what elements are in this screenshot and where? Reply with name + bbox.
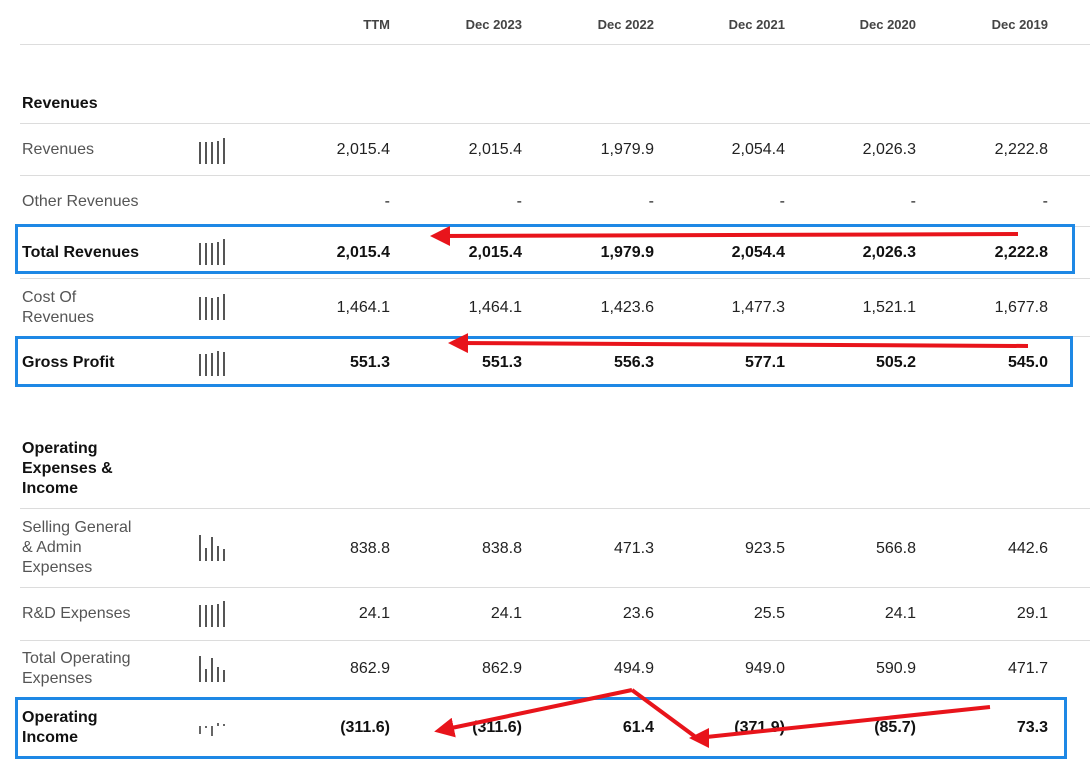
cell-value: - — [516, 193, 522, 210]
highlight-box-gross-profit — [15, 336, 1073, 387]
row-label-sga: Selling General & Admin Expenses — [22, 518, 131, 578]
title-line: Income — [22, 480, 79, 497]
cell-value: 838.8 — [481, 540, 522, 557]
label-line: Expenses — [22, 670, 93, 687]
cell-value: 862.9 — [349, 660, 390, 677]
column-header-dec-2023[interactable]: Dec 2023 — [412, 17, 522, 32]
table-row-revenues: Revenues 2,015.4 2,015.4 1,979.9 2,054.4… — [0, 124, 1090, 176]
cell-value: 1,677.8 — [994, 299, 1048, 316]
row-label-cost-of-revenues: Cost Of Revenues — [22, 288, 94, 328]
label-line: Cost Of — [22, 289, 77, 306]
cell-value: 24.1 — [490, 605, 522, 622]
cell-value: 471.3 — [613, 540, 654, 557]
cell-value: 2,026.3 — [862, 141, 916, 158]
cell-value: 1,423.6 — [600, 299, 654, 316]
cell-value: 838.8 — [349, 540, 390, 557]
cell-value: 1,521.1 — [862, 299, 916, 316]
cell-value: 1,979.9 — [600, 141, 654, 158]
column-header-row: TTM Dec 2023 Dec 2022 Dec 2021 Dec 2020 … — [0, 0, 1090, 44]
table-row-rnd: R&D Expenses 24.1 24.1 23.6 25.5 24.1 29… — [0, 588, 1090, 640]
highlight-box-total-revenues — [15, 224, 1075, 274]
cell-value: 2,222.8 — [994, 141, 1048, 158]
cell-value: 590.9 — [875, 660, 916, 677]
cell-value: 1,477.3 — [731, 299, 785, 316]
column-header-ttm[interactable]: TTM — [280, 17, 390, 32]
cell-value: - — [779, 193, 785, 210]
bar-chart-icon[interactable] — [198, 137, 228, 165]
table-row-other-revenues: Other Revenues - - - - - - — [0, 176, 1090, 226]
cell-value: 2,054.4 — [731, 141, 785, 158]
cell-value: 2,015.4 — [336, 141, 390, 158]
row-label-revenues: Revenues — [22, 141, 95, 158]
column-header-dec-2021[interactable]: Dec 2021 — [675, 17, 785, 32]
bar-chart-icon[interactable] — [198, 293, 228, 321]
bar-chart-icon[interactable] — [198, 600, 228, 628]
highlight-box-operating-income — [15, 697, 1067, 759]
row-label-other-revenues: Other Revenues — [22, 193, 139, 210]
cell-value: 923.5 — [744, 540, 785, 557]
cell-value: 494.9 — [613, 660, 654, 677]
cell-value: - — [910, 193, 916, 210]
header-divider — [20, 44, 1090, 45]
title-line: Expenses & — [22, 460, 113, 477]
cell-value: - — [1042, 193, 1048, 210]
label-line: Selling General — [22, 519, 132, 536]
title-line: Operating — [22, 440, 98, 457]
bar-chart-icon[interactable] — [198, 655, 228, 683]
bar-chart-icon[interactable] — [198, 534, 228, 562]
label-line: Expenses — [22, 559, 93, 576]
row-label-total-opex: Total Operating Expenses — [22, 649, 131, 689]
cell-value: 25.5 — [753, 605, 785, 622]
table-row-cost-of-revenues: Cost Of Revenues 1,464.1 1,464.1 1,423.6… — [0, 279, 1090, 336]
row-label-rnd: R&D Expenses — [22, 605, 131, 622]
cell-value: 471.7 — [1007, 660, 1048, 677]
label-line: Revenues — [22, 309, 95, 326]
cell-value: - — [648, 193, 654, 210]
cell-value: 23.6 — [622, 605, 654, 622]
column-header-dec-2019[interactable]: Dec 2019 — [938, 17, 1048, 32]
cell-value: 2,015.4 — [468, 141, 522, 158]
cell-value: 862.9 — [481, 660, 522, 677]
cell-value: 24.1 — [358, 605, 390, 622]
cell-value: 949.0 — [744, 660, 785, 677]
table-row-sga: Selling General & Admin Expenses 838.8 8… — [0, 509, 1090, 587]
column-header-dec-2022[interactable]: Dec 2022 — [544, 17, 654, 32]
label-line: Total Operating — [22, 650, 131, 667]
cell-value: 29.1 — [1016, 605, 1048, 622]
cell-value: 442.6 — [1007, 540, 1048, 557]
cell-value: 1,464.1 — [468, 299, 522, 316]
cell-value: 24.1 — [884, 605, 916, 622]
table-row-total-opex: Total Operating Expenses 862.9 862.9 494… — [0, 641, 1090, 697]
label-line: & Admin — [22, 539, 82, 556]
cell-value: 566.8 — [875, 540, 916, 557]
section-title-operating: Operating Expenses & Income — [22, 439, 113, 499]
cell-value: 1,464.1 — [336, 299, 390, 316]
section-title-revenues: Revenues — [22, 95, 98, 112]
column-header-dec-2020[interactable]: Dec 2020 — [806, 17, 916, 32]
cell-value: - — [384, 193, 390, 210]
